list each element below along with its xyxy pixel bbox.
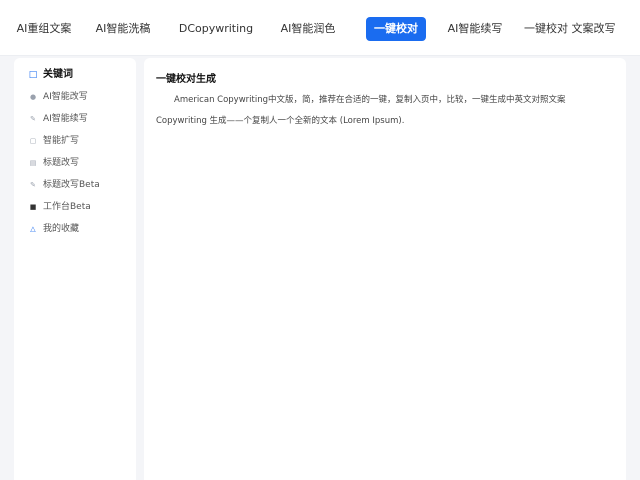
sidebar-item-favorites[interactable]: △ 我的收藏 bbox=[28, 220, 138, 238]
sidebar-item-label: 我的收藏 bbox=[43, 224, 80, 234]
main-content-panel: 一键校对生成 American Copywriting中文版，简，推荐在合适的一… bbox=[144, 58, 626, 480]
top-nav-bar: AI重组文案 AI智能洗稿 DCopywriting AI智能润色 一键校对 A… bbox=[0, 0, 640, 56]
sidebar-item-keywords[interactable]: □ 关键词 bbox=[28, 66, 138, 84]
sidebar-item-expand[interactable]: ▢ 智能扩写 bbox=[28, 132, 138, 150]
tab-dcopywriting[interactable]: DCopywriting bbox=[176, 17, 256, 41]
sidebar: □ 关键词 ● AI智能改写 ✎ AI智能续写 ▢ 智能扩写 ▤ 标题改写 ✎ 标题改写Be… bbox=[14, 58, 136, 480]
tab-ai-polish[interactable]: AI智能润色 bbox=[270, 17, 346, 41]
page-title: 一键校对生成 bbox=[156, 74, 216, 85]
tab-ai-continue[interactable]: AI智能续写 bbox=[440, 17, 510, 41]
sidebar-item-label: 标题改写Beta bbox=[43, 180, 100, 190]
sidebar-item-title-rewrite[interactable]: ▤ 标题改写 bbox=[28, 154, 138, 172]
sidebar-item-label: 标题改写 bbox=[43, 158, 80, 168]
sidebar-item-label: AI智能改写 bbox=[43, 92, 88, 102]
sidebar-item-ai-continue[interactable]: ✎ AI智能续写 bbox=[28, 110, 138, 128]
pen-icon: ✎ bbox=[30, 115, 36, 123]
sidebar-item-label: 工作台Beta bbox=[43, 202, 91, 212]
tab-proofread-rewrite[interactable]: 一键校对 文案改写 bbox=[524, 17, 616, 41]
square-icon: ■ bbox=[29, 203, 37, 211]
tab-ai-rewrite[interactable]: AI重组文案 bbox=[14, 17, 74, 41]
sidebar-item-label: 智能扩写 bbox=[43, 136, 80, 146]
content-paragraph: American Copywriting中文版，简，推荐在合适的一键，复制入页中… bbox=[156, 95, 566, 126]
dot-icon: ● bbox=[29, 93, 37, 101]
sidebar-item-ai-rewrite[interactable]: ● AI智能改写 bbox=[28, 88, 138, 106]
tab-one-click-proofread[interactable]: 一键校对 bbox=[366, 17, 426, 41]
tab-ai-wash[interactable]: AI智能洗稿 bbox=[86, 17, 160, 41]
doc-icon: □ bbox=[28, 70, 38, 80]
sidebar-item-workbench-beta[interactable]: ■ 工作台Beta bbox=[28, 198, 138, 216]
title-icon: ▤ bbox=[29, 159, 37, 167]
edit-icon: ✎ bbox=[30, 181, 36, 189]
expand-icon: ▢ bbox=[29, 137, 37, 145]
bell-icon: △ bbox=[30, 225, 36, 233]
sidebar-item-label: AI智能续写 bbox=[43, 114, 88, 124]
sidebar-item-label: 关键词 bbox=[43, 69, 73, 80]
sidebar-item-title-rewrite-beta[interactable]: ✎ 标题改写Beta bbox=[28, 176, 138, 194]
